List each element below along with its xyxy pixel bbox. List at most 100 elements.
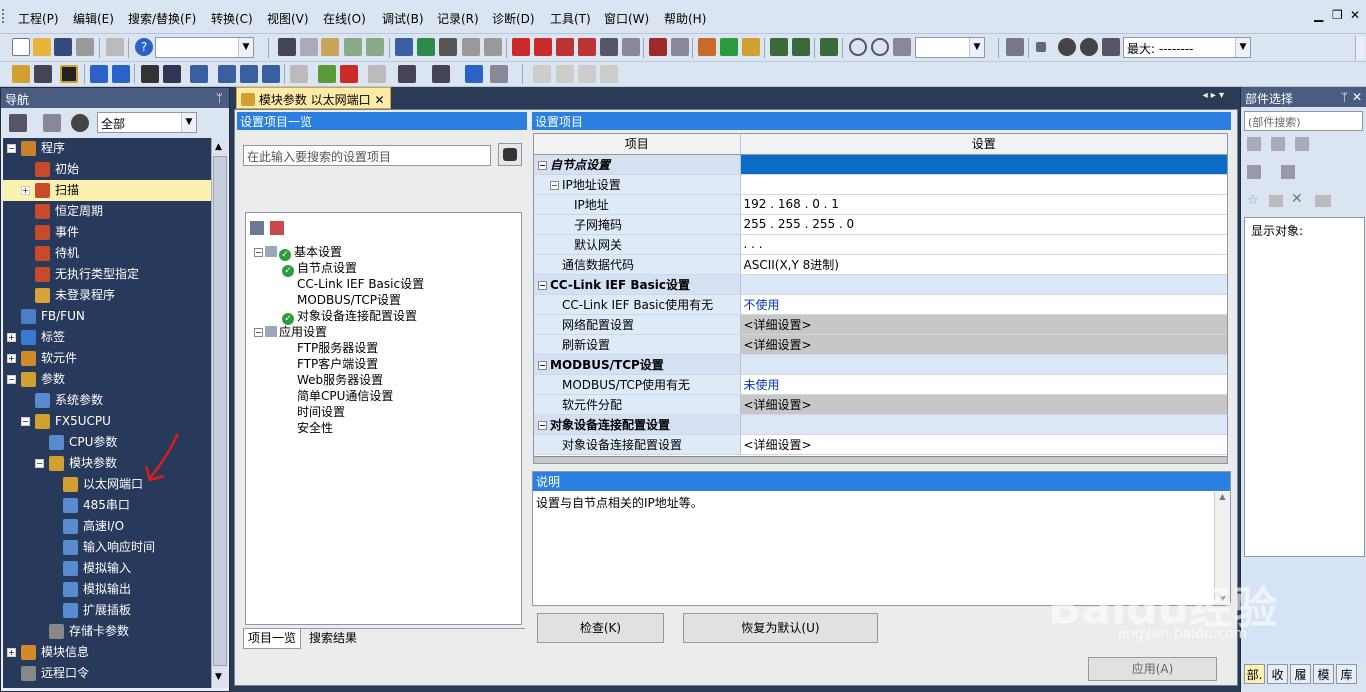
close-icon[interactable]: ✕ [1352,90,1362,104]
help-icon[interactable]: ? [135,38,153,56]
nav-item[interactable]: 高速I/O [3,516,211,537]
parts-tab[interactable]: 库 [1336,664,1357,684]
menu-item-1[interactable]: 编辑(E) [73,10,114,27]
settings-value[interactable]: 未使用 [740,374,1227,395]
read-plc-icon[interactable] [534,38,552,56]
link-icon[interactable] [290,65,308,83]
parts-tab[interactable]: 收 [1267,664,1288,684]
settings-value[interactable]: <详细设置> [740,314,1227,335]
menu-item-7[interactable]: 记录(R) [437,10,479,27]
find-window-icon[interactable] [465,65,483,83]
settings-row[interactable]: MODBUS/TCP使用有无 未使用 [534,374,1227,395]
toolbar-scroll[interactable] [1355,36,1365,60]
nav-item[interactable]: 扩展插板 [3,600,211,621]
expand-toggle-icon[interactable]: − [538,280,547,290]
collapse-icon[interactable] [43,114,61,132]
nav-item[interactable]: + 扫描 [3,180,211,201]
settings-row[interactable]: 网络配置设置 <详细设置> [534,314,1227,335]
nav-item[interactable]: + 标签 [3,327,211,348]
nav-item[interactable]: − 程序 [3,138,211,159]
setting-tree-item[interactable]: FTP服务器设置 [278,339,378,356]
stop-icon[interactable] [1036,42,1046,52]
settings-row[interactable]: 通信数据代码 ASCII(X,Y 8进制) [534,254,1227,275]
parts-filter-icon[interactable] [1295,137,1309,151]
dev-test-icon[interactable] [649,38,667,56]
new-file-icon[interactable] [12,38,30,56]
nav-item[interactable]: 远程口令 [3,663,211,684]
view-mode-icon[interactable] [398,65,416,83]
pin-icon[interactable]: ᛘ [216,91,223,105]
memory-icon[interactable] [60,65,78,83]
settings-value[interactable]: <详细设置> [740,434,1227,455]
restore-icon[interactable]: ❐ [1332,8,1343,22]
parts-remove-icon[interactable] [1281,165,1295,179]
nav-item[interactable]: 恒定周期 [3,201,211,222]
expand-all-icon[interactable] [250,221,264,235]
dev-batch-icon[interactable] [190,65,208,83]
settings-gear-icon[interactable] [71,114,89,132]
expand-toggle-icon[interactable]: − [21,417,30,426]
undo-icon[interactable] [344,38,362,56]
settings-value[interactable]: 192 . 168 . 0 . 1 [740,194,1227,215]
tab-search-result[interactable]: 搜索结果 [305,629,361,649]
redo-icon[interactable] [366,38,384,56]
folder-icon[interactable] [1269,195,1283,207]
setting-tree-item[interactable]: 简单CPU通信设置 [278,387,393,404]
ladder-icon[interactable] [163,65,181,83]
zoom-in-icon[interactable] [849,38,867,56]
disabled-tool-icon[interactable] [368,65,386,83]
parts-search-input[interactable]: (部件搜索) [1244,111,1363,131]
list-tool-icon[interactable] [533,65,551,83]
nav-item[interactable]: FB/FUN [3,306,211,327]
nav-item[interactable]: 存储卡参数 [3,621,211,642]
find-icon[interactable] [462,38,480,56]
settings-row[interactable]: 刷新设置 <详细设置> [534,334,1227,355]
close-tab-icon[interactable]: ✕ [374,93,384,107]
star-icon[interactable]: ☆ [1247,193,1259,208]
setting-tree-item[interactable]: − 应用设置 [254,323,327,340]
menu-item-2[interactable]: 搜索/替换(F) [128,10,196,27]
settings-row[interactable]: IP地址 192 . 168 . 0 . 1 [534,194,1227,215]
nav-item[interactable]: + 软元件 [3,348,211,369]
zoom-fit-icon[interactable] [893,38,911,56]
expand-toggle-icon[interactable]: + [7,333,16,342]
nav-item[interactable]: 无执行类型指定 [3,264,211,285]
settings-value[interactable] [740,174,1227,195]
parts-view-icon[interactable] [1315,195,1331,207]
tree-view-icon[interactable] [9,114,27,132]
scroll-down-icon[interactable]: ▼ [215,672,222,682]
scan-time-combo[interactable]: 最大: -------- ▼ [1123,37,1251,58]
dev-replace-icon[interactable] [417,38,435,56]
restore-default-button[interactable]: 恢复为默认(U) [683,613,878,643]
expand-toggle-icon[interactable]: − [7,375,16,384]
open-folder-icon[interactable] [33,38,51,56]
expand-toggle-icon[interactable]: − [538,160,547,170]
settings-value[interactable] [740,414,1227,435]
nav-item[interactable]: 模拟输出 [3,579,211,600]
settings-row[interactable]: 子网掩码 255 . 255 . 255 . 0 [534,214,1227,235]
settings-row[interactable]: 默认网关 . . . [534,234,1227,255]
expand-toggle-icon[interactable]: − [7,144,16,153]
copy-icon[interactable] [300,38,318,56]
window-tile-icon[interactable] [90,65,108,83]
binoculars-icon[interactable] [498,143,522,166]
table2-tool-icon[interactable] [600,65,618,83]
monitor-mode-icon[interactable] [1006,38,1024,56]
settings-row[interactable]: − MODBUS/TCP设置 [534,354,1227,375]
apply-button[interactable]: 应用(A) [1088,657,1217,681]
menu-item-10[interactable]: 窗口(W) [604,10,649,27]
expand-toggle-icon[interactable]: − [35,459,44,468]
scroll-thumb[interactable] [213,156,227,666]
expand-toggle-icon[interactable]: + [7,648,16,657]
nav-item[interactable]: 未登录程序 [3,285,211,306]
minimize-icon[interactable]: ▁ [1314,8,1323,22]
project-view-icon[interactable] [12,65,30,83]
menu-item-11[interactable]: 帮助(H) [664,10,706,27]
online-change-icon[interactable] [820,38,838,56]
close-icon[interactable]: ✕ [1350,8,1360,22]
write-plc-icon[interactable] [512,38,530,56]
expand-toggle-icon[interactable]: − [550,180,559,190]
expand-toggle-icon[interactable]: + [7,354,16,363]
save-icon[interactable] [54,38,72,56]
nav-item[interactable]: 输入响应时间 [3,537,211,558]
